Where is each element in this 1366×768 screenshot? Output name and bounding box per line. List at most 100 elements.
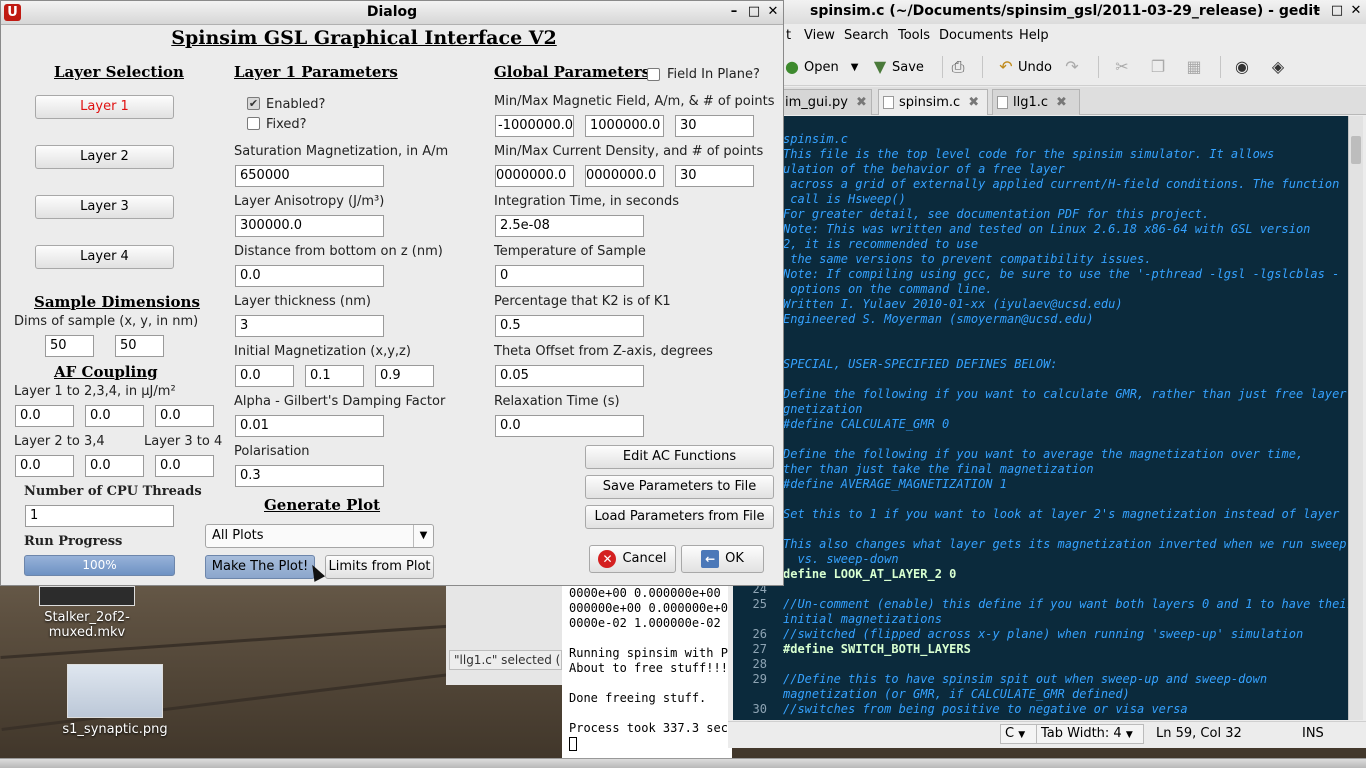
desktop-file-image[interactable]: s1_synaptic.png: [50, 664, 180, 737]
load-parameters-button[interactable]: Load Parameters from File: [585, 505, 774, 529]
paste-icon[interactable]: ▦: [1182, 55, 1206, 79]
fixed-label: Fixed?: [266, 117, 307, 132]
terminal-window[interactable]: 0000e+00 0.000000e+00 3 000000e+00 0.000…: [562, 580, 732, 768]
mag-field-label: Min/Max Magnetic Field, A/m, & # of poin…: [494, 94, 775, 109]
redo-icon[interactable]: ↷: [1060, 55, 1084, 79]
limits-from-plot-button[interactable]: Limits from Plot: [325, 555, 434, 579]
find-replace-icon[interactable]: ◈: [1266, 55, 1290, 79]
code-text: options on the command line.: [783, 282, 993, 296]
enabled-checkbox[interactable]: ✔: [247, 97, 260, 110]
current-max-input[interactable]: 0000000.0: [585, 165, 664, 187]
tab-im-gui[interactable]: im_gui.py ✖: [780, 89, 872, 115]
desktop-file-video[interactable]: Stalker_2of2- muxed.mkv: [22, 586, 152, 640]
temperature-input[interactable]: 0: [495, 265, 644, 287]
layer-4-button[interactable]: Layer 4: [35, 245, 174, 269]
menu-help[interactable]: Help: [1019, 28, 1049, 43]
tab-width-selector[interactable]: Tab Width: 4 ▼: [1036, 724, 1144, 744]
close-tab-icon[interactable]: ✖: [856, 95, 867, 110]
language-selector[interactable]: C ▼: [1000, 724, 1040, 744]
page-title: Spinsim GSL Graphical Interface V2: [171, 27, 557, 49]
close-tab-icon[interactable]: ✖: [968, 95, 979, 110]
af-coupling-layer1-label: Layer 1 to 2,3,4, in µJ/m²: [14, 384, 176, 399]
sample-y-input[interactable]: 50: [115, 335, 164, 357]
polarisation-input[interactable]: 0.3: [235, 465, 384, 487]
chevron-down-icon[interactable]: ▼: [851, 62, 859, 73]
save-parameters-button[interactable]: Save Parameters to File: [585, 475, 774, 499]
cut-icon[interactable]: ✂: [1110, 55, 1134, 79]
init-mag-y-input[interactable]: 0.1: [305, 365, 364, 387]
cpu-threads-input[interactable]: 1: [25, 505, 174, 527]
plot-type-select[interactable]: All Plots ▼: [205, 524, 434, 548]
code-editor[interactable]: spinsim.c This file is the top level code…: [733, 116, 1348, 720]
alpha-input[interactable]: 0.01: [235, 415, 384, 437]
current-min-input[interactable]: 0000000.0: [495, 165, 574, 187]
maximize-icon[interactable]: □: [1328, 2, 1346, 20]
code-line: 2, it is recommended to use: [733, 237, 1348, 252]
close-icon[interactable]: ✕: [1347, 2, 1365, 20]
tab-llg1[interactable]: llg1.c ✖: [992, 89, 1080, 115]
print-icon[interactable]: ⎙: [946, 55, 970, 79]
code-text: Written I. Yulaev 2010-01-xx (iyulaev@uc…: [783, 297, 1123, 311]
k2-input[interactable]: 0.5: [495, 315, 644, 337]
toolbar-separator: [1098, 56, 1099, 78]
af-coupling-1-3-input[interactable]: 0.0: [85, 405, 144, 427]
sat-mag-input[interactable]: 650000: [235, 165, 384, 187]
current-points-input[interactable]: 30: [675, 165, 754, 187]
af-coupling-1-2-input[interactable]: 0.0: [15, 405, 74, 427]
close-tab-icon[interactable]: ✖: [1056, 95, 1067, 110]
find-icon[interactable]: ◉: [1230, 55, 1254, 79]
sample-x-input[interactable]: 50: [45, 335, 94, 357]
mag-field-max-input[interactable]: 1000000.0: [585, 115, 664, 137]
af-coupling-2-4-input[interactable]: 0.0: [85, 455, 144, 477]
copy-icon[interactable]: ❐: [1146, 55, 1170, 79]
terminal-line: About to free stuff!!!: [569, 661, 728, 675]
cancel-button[interactable]: ✕ Cancel: [589, 545, 676, 573]
maximize-icon[interactable]: □: [745, 3, 763, 21]
field-in-plane-checkbox[interactable]: [647, 68, 660, 81]
menu-documents[interactable]: Documents: [939, 28, 1013, 43]
minimize-icon[interactable]: –: [1308, 2, 1326, 20]
layer-3-button[interactable]: Layer 3: [35, 195, 174, 219]
code-line: 27 #define SWITCH_BOTH_LAYERS: [733, 642, 1348, 657]
init-mag-z-input[interactable]: 0.9: [375, 365, 434, 387]
gedit-titlebar[interactable]: spinsim.c (~/Documents/spinsim_gsl/2011-…: [728, 0, 1366, 24]
minimize-icon[interactable]: –: [725, 3, 743, 21]
distance-input[interactable]: 0.0: [235, 265, 384, 287]
thickness-input[interactable]: 3: [235, 315, 384, 337]
af-coupling-2-3-input[interactable]: 0.0: [15, 455, 74, 477]
integration-input[interactable]: 2.5e-08: [495, 215, 644, 237]
open-button[interactable]: ● Open ▼: [780, 54, 858, 80]
layer-1-button[interactable]: Layer 1: [35, 95, 174, 119]
menu-search[interactable]: Search: [844, 28, 889, 43]
ok-button[interactable]: ← OK: [681, 545, 764, 573]
integration-label: Integration Time, in seconds: [494, 194, 679, 209]
scrollbar-thumb[interactable]: [1351, 136, 1361, 164]
mag-field-min-input[interactable]: -1000000.0: [495, 115, 574, 137]
close-icon[interactable]: ✕: [764, 3, 782, 21]
af-coupling-3-4-input[interactable]: 0.0: [155, 455, 214, 477]
cancel-icon: ✕: [598, 549, 617, 568]
theta-input[interactable]: 0.05: [495, 365, 644, 387]
code-line: 25 //Un-comment (enable) this define if y…: [733, 597, 1348, 612]
af-coupling-1-4-input[interactable]: 0.0: [155, 405, 214, 427]
edit-ac-functions-button[interactable]: Edit AC Functions: [585, 445, 774, 469]
menu-edit[interactable]: t: [786, 28, 791, 43]
anisotropy-input[interactable]: 300000.0: [235, 215, 384, 237]
fixed-checkbox[interactable]: [247, 117, 260, 130]
code-line: 30 //switches from being positive to nega…: [733, 702, 1348, 717]
relaxation-input[interactable]: 0.0: [495, 415, 644, 437]
menu-tools[interactable]: Tools: [898, 28, 930, 43]
menu-view[interactable]: View: [804, 28, 835, 43]
make-plot-button[interactable]: Make The Plot!: [205, 555, 315, 579]
code-line: define LOOK_AT_LAYER_2 0: [733, 567, 1348, 582]
undo-button[interactable]: ↶ Undo: [994, 54, 1052, 80]
layer-2-button[interactable]: Layer 2: [35, 145, 174, 169]
dialog-titlebar[interactable]: U Dialog – □ ✕: [1, 1, 783, 25]
mag-field-points-input[interactable]: 30: [675, 115, 754, 137]
global-params-header: Global Parameters: [494, 63, 651, 81]
vertical-scrollbar[interactable]: [1348, 116, 1363, 720]
save-button[interactable]: ▼ Save: [868, 54, 924, 80]
tab-spinsim[interactable]: spinsim.c ✖: [878, 89, 988, 115]
init-mag-x-input[interactable]: 0.0: [235, 365, 294, 387]
terminal-line: Done freeing stuff.: [569, 691, 707, 705]
